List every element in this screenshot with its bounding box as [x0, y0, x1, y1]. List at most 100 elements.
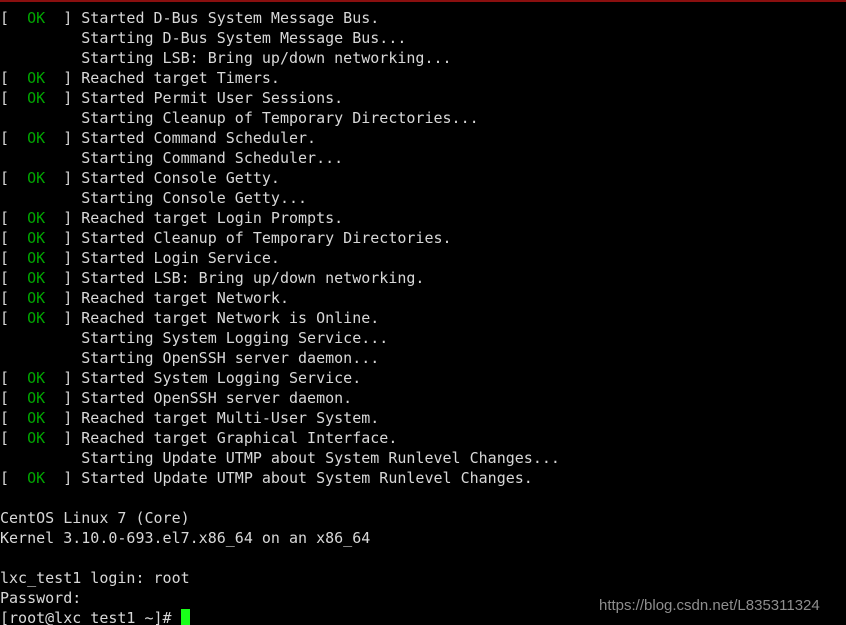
console-message: Started System Logging Service.: [81, 369, 362, 387]
console-message: Reached target Login Prompts.: [81, 209, 344, 227]
status-badge: OK: [27, 289, 46, 307]
status-bracket-open: [: [0, 89, 28, 107]
status-bracket-close: ]: [45, 129, 82, 147]
console-line: [ OK ] Started Cleanup of Temporary Dire…: [0, 228, 846, 248]
console-line: [0, 548, 846, 568]
console-line: [ OK ] Started Command Scheduler.: [0, 128, 846, 148]
status-bracket-close: ]: [45, 269, 82, 287]
console-message: Reached target Multi-User System.: [81, 409, 380, 427]
status-badge: OK: [27, 89, 46, 107]
status-badge: OK: [27, 429, 46, 447]
status-bracket-open: [: [0, 429, 28, 447]
status-badge: OK: [27, 169, 46, 187]
status-bracket-open: [: [0, 409, 28, 427]
console-message: Starting Cleanup of Temporary Directorie…: [0, 109, 479, 127]
console-message: Starting D-Bus System Message Bus...: [0, 29, 407, 47]
status-bracket-close: ]: [45, 409, 82, 427]
terminal-screen[interactable]: [ OK ] Started D-Bus System Message Bus.…: [0, 0, 846, 625]
status-bracket-close: ]: [45, 469, 82, 487]
status-badge: OK: [27, 309, 46, 327]
console-message: Starting LSB: Bring up/down networking..…: [0, 49, 452, 67]
status-bracket-open: [: [0, 289, 28, 307]
console-message: Reached target Timers.: [81, 69, 280, 87]
status-bracket-open: [: [0, 389, 28, 407]
status-bracket-close: ]: [45, 309, 82, 327]
status-badge: OK: [27, 469, 46, 487]
console-line: [ OK ] Started D-Bus System Message Bus.: [0, 8, 846, 28]
console-line: [ OK ] Reached target Graphical Interfac…: [0, 428, 846, 448]
console-message: Started Command Scheduler.: [81, 129, 317, 147]
console-line: [ OK ] Started LSB: Bring up/down networ…: [0, 268, 846, 288]
status-bracket-close: ]: [45, 169, 82, 187]
status-badge: OK: [27, 389, 46, 407]
status-bracket-open: [: [0, 69, 28, 87]
status-bracket-close: ]: [45, 389, 82, 407]
console-message: Started Permit User Sessions.: [81, 89, 344, 107]
status-bracket-open: [: [0, 169, 28, 187]
console-line: Starting Console Getty...: [0, 188, 846, 208]
status-badge: OK: [27, 269, 46, 287]
console-line: Starting Update UTMP about System Runlev…: [0, 448, 846, 468]
console-line: Starting Cleanup of Temporary Directorie…: [0, 108, 846, 128]
console-message: Starting Console Getty...: [0, 189, 308, 207]
status-badge: OK: [27, 409, 46, 427]
console-line: [ OK ] Started OpenSSH server daemon.: [0, 388, 846, 408]
console-line: [ OK ] Started Console Getty.: [0, 168, 846, 188]
console-line: [ OK ] Reached target Timers.: [0, 68, 846, 88]
console-line: lxc_test1 login: root: [0, 568, 846, 588]
console-message: Starting Command Scheduler...: [0, 149, 344, 167]
console-message: Kernel 3.10.0-693.el7.x86_64 on an x86_6…: [0, 529, 371, 547]
console-line: [ OK ] Reached target Network is Online.: [0, 308, 846, 328]
console-message: Started Cleanup of Temporary Directories…: [81, 229, 452, 247]
console-output: [ OK ] Started D-Bus System Message Bus.…: [0, 8, 846, 625]
shell-prompt: [root@lxc_test1 ~]#: [0, 609, 181, 625]
console-message: Started Update UTMP about System Runleve…: [81, 469, 533, 487]
console-message: Reached target Network is Online.: [81, 309, 380, 327]
status-bracket-open: [: [0, 129, 28, 147]
console-line: [ OK ] Reached target Login Prompts.: [0, 208, 846, 228]
status-bracket-open: [: [0, 469, 28, 487]
status-bracket-close: ]: [45, 69, 82, 87]
status-bracket-open: [: [0, 229, 28, 247]
status-bracket-close: ]: [45, 289, 82, 307]
console-line: CentOS Linux 7 (Core): [0, 508, 846, 528]
status-badge: OK: [27, 209, 46, 227]
console-message: lxc_test1 login: root: [0, 569, 190, 587]
console-line: Starting System Logging Service...: [0, 328, 846, 348]
watermark-text: https://blog.csdn.net/L835311324: [599, 597, 820, 614]
console-line: Starting OpenSSH server daemon...: [0, 348, 846, 368]
status-bracket-open: [: [0, 309, 28, 327]
console-line: Starting D-Bus System Message Bus...: [0, 28, 846, 48]
status-bracket-close: ]: [45, 89, 82, 107]
status-bracket-open: [: [0, 9, 28, 27]
status-bracket-open: [: [0, 269, 28, 287]
console-message: Reached target Network.: [81, 289, 289, 307]
status-bracket-open: [: [0, 249, 28, 267]
console-message: Password:: [0, 589, 82, 607]
status-bracket-close: ]: [45, 229, 82, 247]
console-line: [0, 488, 846, 508]
console-line: Starting LSB: Bring up/down networking..…: [0, 48, 846, 68]
text-cursor[interactable]: [180, 609, 190, 625]
console-line: [ OK ] Reached target Multi-User System.: [0, 408, 846, 428]
console-line: [ OK ] Started Permit User Sessions.: [0, 88, 846, 108]
console-message: Starting Update UTMP about System Runlev…: [0, 449, 560, 467]
status-badge: OK: [27, 129, 46, 147]
console-line: [ OK ] Started Login Service.: [0, 248, 846, 268]
status-badge: OK: [27, 69, 46, 87]
status-bracket-open: [: [0, 209, 28, 227]
status-badge: OK: [27, 9, 46, 27]
top-border-rule: [0, 0, 846, 2]
console-message: Started Console Getty.: [81, 169, 280, 187]
status-bracket-close: ]: [45, 369, 82, 387]
status-bracket-close: ]: [45, 249, 82, 267]
console-line: [ OK ] Started System Logging Service.: [0, 368, 846, 388]
console-message: Started Login Service.: [81, 249, 280, 267]
console-line: [ OK ] Reached target Network.: [0, 288, 846, 308]
status-bracket-close: ]: [45, 429, 82, 447]
console-message: Starting OpenSSH server daemon...: [0, 349, 380, 367]
console-message: Started LSB: Bring up/down networking.: [81, 269, 425, 287]
console-message: CentOS Linux 7 (Core): [0, 509, 190, 527]
